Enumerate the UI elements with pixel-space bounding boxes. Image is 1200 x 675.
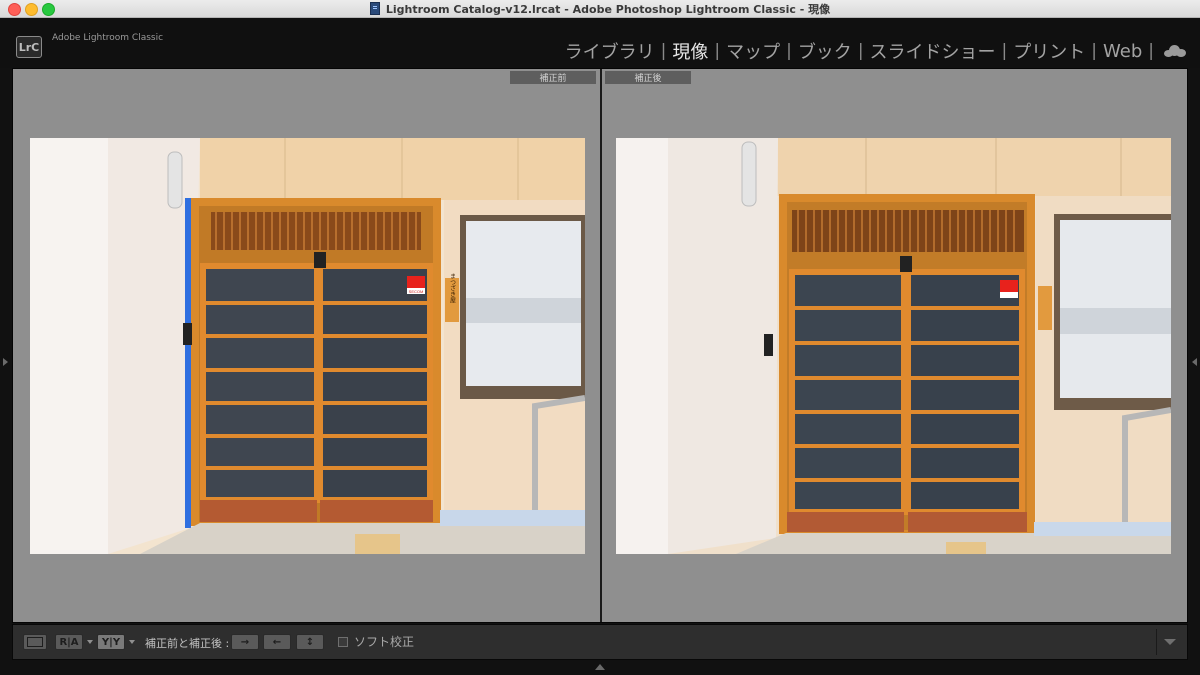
module-picker: ライブラリ | 現像 | マップ | ブック | スライドショー | プリント … (563, 38, 1186, 64)
loupe-view-button[interactable] (23, 634, 47, 650)
cloud-icon[interactable] (1164, 45, 1186, 57)
before-after-left-right-button[interactable]: R|A (55, 634, 83, 650)
photo-before[interactable]: SECOM まつざき屋 (30, 138, 585, 554)
lrc-logo-badge: LrC (16, 36, 42, 58)
after-label: 補正後 (605, 71, 691, 84)
soft-proof-checkbox[interactable] (338, 637, 348, 647)
module-book[interactable]: ブック (796, 38, 854, 64)
swap-before-after-button[interactable]: ↕ (296, 634, 324, 650)
photo-before-image: SECOM まつざき屋 (30, 138, 585, 554)
module-separator: | (660, 41, 667, 61)
photo-after[interactable] (616, 138, 1171, 554)
module-separator: | (786, 41, 792, 61)
copy-after-to-before-button[interactable]: ← (263, 634, 291, 650)
module-slideshow[interactable]: スライドショー (868, 38, 998, 64)
before-after-split-button[interactable]: Y|Y (97, 634, 125, 650)
bottom-toolbar: R|A Y|Y 補正前と補正後 : → ← ↕ ソフト校正 (12, 624, 1188, 660)
chevron-down-icon[interactable] (129, 640, 135, 644)
toolbar-content-menu-button[interactable] (1156, 629, 1183, 655)
catalog-document-icon (369, 2, 380, 15)
copy-before-to-after-button[interactable]: → (231, 634, 259, 650)
left-panel-toggle-arrow[interactable] (3, 358, 8, 366)
window-titlebar: Lightroom Catalog-v12.lrcat - Adobe Phot… (0, 0, 1200, 18)
module-library[interactable]: ライブラリ (563, 38, 657, 64)
before-label: 補正前 (510, 71, 596, 84)
module-develop[interactable]: 現像 (670, 38, 710, 64)
before-after-label: 補正前と補正後 : (145, 637, 230, 650)
window-title: Lightroom Catalog-v12.lrcat - Adobe Phot… (0, 0, 1200, 17)
secom-sign-text: SECOM (409, 289, 424, 294)
module-separator: | (1001, 41, 1008, 61)
before-after-view: 補正前 補正後 SECOM まつざき屋 (12, 68, 1188, 623)
view-divider (600, 69, 602, 622)
nameplate-text: まつざき屋 (449, 273, 456, 304)
module-separator: | (1148, 41, 1154, 61)
module-separator: | (714, 41, 721, 61)
right-panel-toggle-arrow[interactable] (1192, 358, 1197, 366)
loupe-view-icon (27, 637, 43, 647)
soft-proof-label[interactable]: ソフト校正 (354, 633, 414, 650)
module-separator: | (857, 41, 864, 61)
app-name: Adobe Lightroom Classic (52, 33, 164, 43)
module-map[interactable]: マップ (724, 38, 782, 64)
module-print[interactable]: プリント (1011, 38, 1087, 64)
photo-after-image (616, 138, 1171, 554)
module-header: LrC Adobe Lightroom Classic ライブラリ | 現像 |… (0, 18, 1200, 68)
module-separator: | (1091, 41, 1098, 61)
filmstrip-toggle-arrow[interactable] (595, 664, 605, 670)
chevron-down-icon[interactable] (87, 640, 93, 644)
module-web[interactable]: Web (1101, 41, 1144, 62)
window-title-text: Lightroom Catalog-v12.lrcat - Adobe Phot… (385, 2, 831, 16)
triangle-down-icon (1164, 639, 1176, 645)
